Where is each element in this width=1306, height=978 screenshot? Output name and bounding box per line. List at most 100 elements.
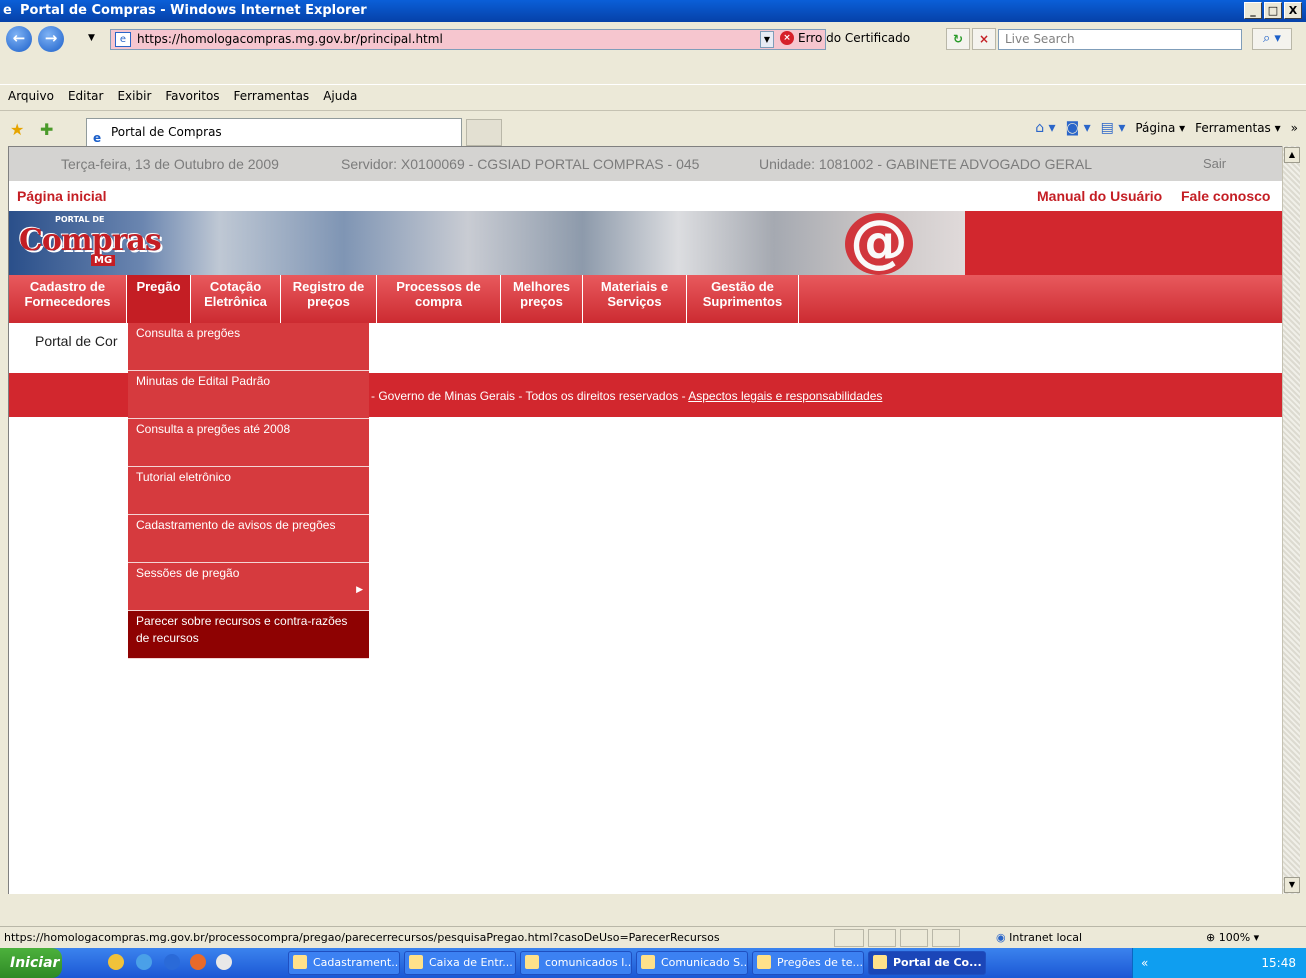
close-button[interactable]: X [1284, 2, 1302, 19]
menu-item-tutorial[interactable]: Tutorial eletrônico [128, 467, 369, 515]
status-bar: https://homologacompras.mg.gov.br/proces… [0, 926, 1306, 948]
taskbar-item[interactable]: Comunicado S... [636, 951, 748, 975]
legal-link[interactable]: Aspectos legais e responsabilidades [688, 389, 882, 403]
stop-icon[interactable]: × [972, 28, 996, 50]
nav-processos-compra[interactable]: Processos de compra [377, 275, 501, 323]
menu-item-sessoes-pregao[interactable]: Sessões de pregão ▶ [128, 563, 369, 611]
chevron-more-icon[interactable]: » [1291, 121, 1298, 135]
menu-item-label: Sessões de pregão [136, 566, 240, 580]
taskbar-label: Caixa de Entr... [429, 956, 513, 969]
nav-label: Eletrônica [204, 294, 267, 309]
quicklaunch-icon[interactable] [136, 954, 152, 970]
refresh-icon[interactable]: ↻ [946, 28, 970, 50]
menu-item-cadastramento-avisos[interactable]: Cadastramento de avisos de pregões [128, 515, 369, 563]
maximize-button[interactable]: □ [1264, 2, 1282, 19]
nav-registro-precos[interactable]: Registro de preços [281, 275, 377, 323]
zone-label: Intranet local [1009, 931, 1083, 944]
tools-menu-label: Ferramentas [1195, 121, 1271, 135]
nav-cotacao-eletronica[interactable]: Cotação Eletrônica [191, 275, 281, 323]
menu-item-minutas-edital[interactable]: Minutas de Edital Padrão [128, 371, 369, 419]
menu-ferramentas[interactable]: Ferramentas [234, 84, 310, 108]
at-sign-graphic: @ [845, 212, 913, 275]
ie-logo-icon: e [3, 3, 12, 18]
logout-link[interactable]: Sair [1203, 147, 1226, 181]
taskbar-item[interactable]: Caixa de Entr... [404, 951, 516, 975]
print-icon[interactable]: ▤ ▾ [1101, 120, 1126, 136]
menu-item-consulta-pregoes[interactable]: Consulta a pregões [128, 323, 369, 371]
taskbar-item[interactable]: Cadastrament... [288, 951, 400, 975]
app-icon [757, 955, 771, 969]
back-arrow-icon[interactable]: ← [6, 26, 32, 52]
taskbar-label: Pregões de te... [777, 956, 864, 969]
quicklaunch-icon[interactable] [190, 954, 206, 970]
menu-item-label: Parecer sobre recursos e contra-razões d… [136, 614, 348, 645]
nav-melhores-precos[interactable]: Melhores preços [501, 275, 583, 323]
menu-item-parecer-recursos[interactable]: Parecer sobre recursos e contra-razões d… [128, 611, 369, 659]
tab-portal-compras[interactable]: e Portal de Compras [86, 118, 462, 146]
vertical-scrollbar[interactable]: ▲ ▼ [1282, 146, 1300, 894]
nav-label: preços [520, 294, 563, 309]
search-input[interactable]: Live Search [998, 29, 1242, 50]
quicklaunch-icon[interactable] [164, 954, 180, 970]
menu-item-label: Consulta a pregões até 2008 [136, 422, 291, 436]
window-title: Portal de Compras - Windows Internet Exp… [20, 3, 367, 18]
minimize-button[interactable]: _ [1244, 2, 1262, 19]
scroll-down-icon[interactable]: ▼ [1284, 877, 1300, 893]
app-icon [525, 955, 539, 969]
start-button[interactable]: Iniciar [0, 948, 62, 978]
taskbar-item[interactable]: Pregões de te... [752, 951, 864, 975]
nav-materiais-servicos[interactable]: Materiais e Serviços [583, 275, 687, 323]
tools-menu[interactable]: Ferramentas ▾ [1195, 121, 1280, 135]
app-icon [873, 955, 887, 969]
nav-label: preços [307, 294, 350, 309]
search-icon[interactable]: ⌕ ▾ [1252, 28, 1292, 50]
clock[interactable]: 15:48 [1261, 948, 1296, 978]
compras-logo[interactable]: Compras [19, 223, 162, 258]
certificate-error-button[interactable]: × Erro do Certificado [780, 31, 910, 45]
scroll-up-icon[interactable]: ▲ [1284, 147, 1300, 163]
menu-editar[interactable]: Editar [68, 84, 104, 108]
add-favorite-icon[interactable]: ✚ [40, 120, 53, 139]
address-dropdown-icon[interactable]: ▼ [760, 31, 774, 48]
main-navigation: Cadastro de Fornecedores Pregão Cotação El… [9, 275, 1282, 323]
new-tab-button[interactable] [466, 119, 502, 146]
status-panel [834, 929, 864, 947]
home-link[interactable]: Página inicial [17, 181, 106, 211]
site-banner: PORTAL DE Compras MG @ [9, 211, 1282, 275]
address-input[interactable]: e https://homologacompras.mg.gov.br/prin… [110, 29, 826, 50]
contact-link[interactable]: Fale conosco [1181, 181, 1270, 211]
feeds-icon[interactable]: ◙ ▾ [1066, 120, 1091, 136]
nav-gestao-suprimentos[interactable]: Gestão de Suprimentos [687, 275, 799, 323]
menu-exibir[interactable]: Exibir [117, 84, 151, 108]
taskbar-item[interactable]: comunicados l... [520, 951, 632, 975]
zoom-label: 100% [1218, 931, 1251, 944]
menu-item-label: Tutorial eletrônico [136, 470, 231, 484]
nav-cadastro-fornecedores[interactable]: Cadastro de Fornecedores [9, 275, 127, 323]
page-menu[interactable]: Página ▾ [1135, 121, 1185, 135]
nav-label: Cadastro de [29, 279, 106, 294]
nav-pregao[interactable]: Pregão [127, 275, 191, 323]
tab-title: Portal de Compras [111, 125, 222, 139]
home-icon[interactable]: ⌂ ▾ [1035, 120, 1055, 136]
address-url: https://homologacompras.mg.gov.br/princi… [137, 32, 443, 46]
status-panel [868, 929, 896, 947]
menu-favoritos[interactable]: Favoritos [165, 84, 219, 108]
zoom-level[interactable]: ⊕ 100% ▾ [1206, 927, 1259, 949]
menu-arquivo[interactable]: Arquivo [8, 84, 54, 108]
favorites-star-icon[interactable]: ★ [10, 120, 24, 139]
tray-expand-icon[interactable]: « [1141, 948, 1148, 978]
history-dropdown-icon[interactable]: ▼ [88, 33, 95, 43]
footer-text: - Governo de Minas Gerais - Todos os dir… [371, 389, 882, 403]
quicklaunch-icon[interactable] [216, 954, 232, 970]
status-panel [932, 929, 960, 947]
taskbar-item-active[interactable]: Portal de Co... [868, 951, 986, 975]
zoom-icon: ⊕ [1206, 931, 1219, 944]
manual-link[interactable]: Manual do Usuário [1037, 181, 1162, 211]
server-info: Servidor: X0100069 - CGSIAD PORTAL COMPR… [341, 156, 700, 172]
forward-arrow-icon[interactable]: → [38, 26, 64, 52]
menu-ajuda[interactable]: Ajuda [323, 84, 357, 108]
nav-label: Suprimentos [702, 294, 783, 309]
top-links: Página inicial Manual do Usuário Fale co… [9, 181, 1282, 211]
quicklaunch-icon[interactable] [108, 954, 124, 970]
menu-item-consulta-ate-2008[interactable]: Consulta a pregões até 2008 [128, 419, 369, 467]
